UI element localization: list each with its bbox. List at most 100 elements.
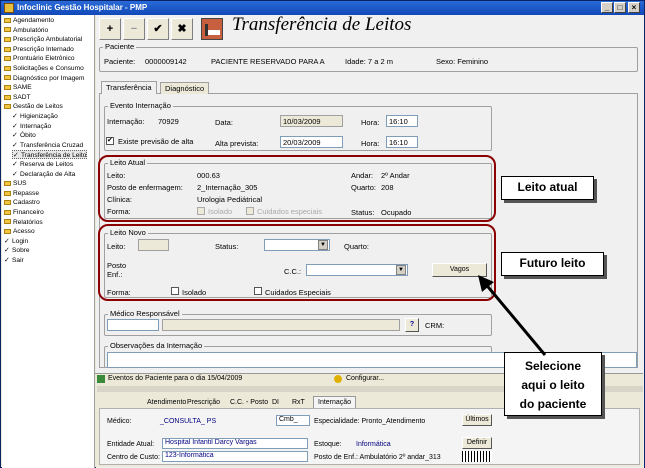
tree-item-label: Transferência de Leito: [21, 152, 87, 160]
tree-item-label: Solicitações e Consumo: [13, 65, 84, 72]
posto-enf-label: Posto de Enf.: Ambulatório 2º andar_313: [314, 454, 441, 461]
tree-item-label: Sair: [12, 257, 24, 264]
tree-item[interactable]: Diagnóstico por Imagem: [4, 74, 84, 83]
medico-name-field[interactable]: [162, 319, 400, 331]
tree-item[interactable]: ✓ Internação: [12, 122, 51, 131]
folder-icon: [4, 209, 11, 215]
folder-icon: [4, 75, 11, 81]
entidade-select[interactable]: Hospital Infantil Darcy Vargas: [162, 438, 308, 449]
estoque-value: Informática: [356, 441, 391, 448]
tree-item[interactable]: Agendamento: [4, 16, 54, 25]
hora-field[interactable]: 16:10: [386, 115, 418, 127]
tree-item[interactable]: Prescrição Ambulatorial: [4, 35, 82, 44]
tree-item[interactable]: ✓ Reserva de Leitos: [12, 160, 73, 169]
tree-item[interactable]: ✓ Óbito: [12, 131, 36, 140]
tree-item[interactable]: Repasse: [4, 189, 39, 198]
cmb-select[interactable]: Cmb_: [276, 415, 310, 426]
folder-icon: [4, 180, 11, 186]
tree-item[interactable]: ✓ Declaração de Alta: [12, 170, 75, 179]
check-icon: ✓: [4, 257, 10, 264]
tree-item[interactable]: Relatórios: [4, 218, 43, 227]
tree-item-label: Óbito: [20, 132, 36, 140]
crm-label: CRM:: [425, 321, 445, 330]
tree-item-label: SADT: [13, 93, 31, 101]
tree-item[interactable]: Acesso: [4, 227, 35, 236]
cancel-button[interactable]: ✖: [171, 18, 193, 40]
tree-item-label: Declaração de Alta: [20, 170, 76, 178]
tree-item[interactable]: ✓ Sair: [4, 256, 24, 265]
internacao-value: 70929: [158, 117, 179, 126]
tree-item-label: Login: [12, 237, 29, 245]
tree-item-label: SUS: [13, 180, 27, 188]
patient-sex: Sexo: Feminino: [436, 57, 489, 66]
tree-item[interactable]: SADT: [4, 93, 31, 102]
event-legend: Evento Internação: [108, 101, 173, 110]
alta-prevista-field[interactable]: 20/03/2009: [280, 136, 343, 148]
folder-icon: [4, 36, 11, 42]
tree-item[interactable]: SAME: [4, 83, 32, 92]
previsao-alta-checkbox[interactable]: ✔: [106, 137, 114, 145]
tree-item-label: Prescrição Internado: [13, 45, 74, 53]
estoque-label: Estoque:: [314, 441, 342, 448]
folder-icon: [4, 94, 11, 100]
callout-leito-atual: Leito atual: [501, 176, 594, 200]
tree-item[interactable]: ✓ Transferência Cruzad: [12, 141, 83, 150]
folder-icon: [4, 27, 11, 33]
page-title: Transferência de Leitos: [232, 14, 412, 35]
tab-diagnostico[interactable]: Diagnóstico: [160, 82, 210, 94]
leito-atual-highlight: [98, 155, 496, 222]
remove-button[interactable]: −: [123, 18, 145, 40]
tab-internacao[interactable]: Internação: [313, 396, 357, 408]
tree-item-label: Higienização: [20, 113, 58, 120]
configurar-link[interactable]: Configurar...: [346, 375, 384, 382]
confirm-button[interactable]: ✔: [147, 18, 169, 40]
tree-item[interactable]: ✓ Higienização: [12, 112, 58, 121]
tree-item[interactable]: Prescrição Internado: [4, 45, 74, 54]
tree-item[interactable]: ✓ Transferência de Leito: [12, 150, 88, 160]
tree-item-label: Prontuário Eletrônico: [13, 55, 75, 63]
check-icon: ✓: [12, 161, 18, 168]
add-button[interactable]: +: [99, 18, 121, 40]
folder-icon: [4, 104, 11, 110]
tree-item[interactable]: SUS: [4, 179, 27, 188]
folder-icon: [4, 228, 11, 234]
folder-icon: [4, 56, 11, 62]
medico-code-field[interactable]: [107, 319, 159, 331]
minimize-button[interactable]: _: [601, 2, 613, 13]
close-button[interactable]: ×: [628, 2, 640, 13]
tree-item-label: Cadastro: [13, 199, 40, 207]
app-icon: [4, 3, 14, 13]
tree-item[interactable]: Cadastro: [4, 198, 40, 207]
check-icon: ✓: [4, 237, 10, 245]
tree-item-label: Agendamento: [13, 17, 55, 24]
window-title: Infoclinic Gestão Hospitalar - PMP: [17, 3, 148, 12]
tree-item-label: Prescrição Ambulatorial: [13, 36, 83, 44]
tree-item[interactable]: Ambulatório: [4, 26, 48, 35]
folder-icon: [4, 17, 11, 23]
callout-line3: do paciente: [519, 397, 587, 411]
tab-transferencia[interactable]: Transferência: [101, 81, 157, 94]
data-label: Data:: [215, 118, 233, 127]
hora2-label: Hora:: [361, 139, 380, 148]
centro-custo-label: Centro de Custo:: [107, 454, 160, 461]
maximize-button[interactable]: □: [614, 2, 626, 13]
hora2-field[interactable]: 16:10: [386, 136, 418, 148]
check-icon: ✓: [4, 247, 10, 255]
medico-legend: Médico Responsável: [108, 309, 182, 318]
tree-item[interactable]: ✓ Login: [4, 237, 28, 246]
centro-custo-select[interactable]: 123-Informática: [162, 451, 308, 462]
tree-item[interactable]: ✓ Sobre: [4, 246, 30, 255]
help-button[interactable]: ?: [405, 318, 419, 332]
folder-icon: [4, 190, 11, 196]
data-field[interactable]: 10/03/2009: [280, 115, 343, 127]
tree-item[interactable]: Gestão de Leitos: [4, 102, 63, 111]
tree-item[interactable]: Financeiro: [4, 208, 44, 217]
tree-item-label: Transferência Cruzad: [20, 141, 84, 149]
tree-item[interactable]: Prontuário Eletrônico: [4, 54, 75, 63]
tree-item-label: Financeiro: [13, 209, 44, 216]
tree-item[interactable]: Solicitações e Consumo: [4, 64, 84, 73]
ultimos-button[interactable]: Últimos: [462, 414, 492, 426]
folder-icon: [4, 219, 11, 225]
navigation-tree: Agendamento Ambulatório Prescrição Ambulat…: [2, 15, 95, 468]
definir-button[interactable]: Definir: [462, 437, 492, 449]
